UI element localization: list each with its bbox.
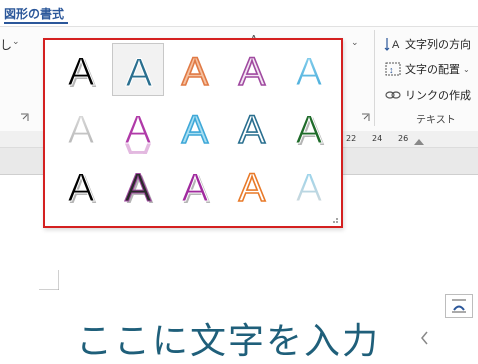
indent-marker[interactable] [414,139,424,145]
svg-text:A: A [296,108,323,152]
layout-options-icon [452,299,466,313]
svg-text:↕: ↕ [389,65,394,75]
wordart-preview-glyph: A [238,49,267,95]
resize-handle-icon[interactable] [420,329,428,347]
wordart-style-option[interactable]: A [55,101,107,154]
wordart-preview-glyph: A [125,51,153,96]
ruler-number: 22 [346,134,357,143]
align-text-icon: ↕ [385,62,401,76]
svg-text:A: A [182,50,209,94]
svg-text:A: A [239,50,266,94]
svg-text:A: A [68,166,95,210]
svg-text:A: A [125,166,152,210]
left-command-fragment[interactable]: し [0,36,12,53]
tab-shape-format[interactable]: 図形の書式 [4,5,64,22]
align-text-label: 文字の配置 [405,63,460,76]
wordart-preview-glyph: A [181,49,210,95]
svg-text:A: A [296,166,323,210]
wordart-style-gallery: AAAAAAAAAAAAAAAAAAAAA [43,38,343,228]
svg-text:A: A [182,166,209,210]
svg-text:A: A [68,50,95,94]
wordart-style-option[interactable]: AA [112,159,164,213]
create-link-button[interactable]: リンクの作成 [384,86,471,104]
create-link-label: リンクの作成 [405,89,471,102]
chevron-down-icon: ⌄ [463,64,470,74]
ruler-number: 24 [372,134,383,143]
align-text-button[interactable]: ↕ 文字の配置 ⌄ [384,60,470,78]
svg-text:A: A [392,39,400,51]
ruler-number: 26 [398,134,409,143]
wordart-preview-glyph: AA [67,50,97,97]
wordart-style-option[interactable]: A [226,101,278,154]
wordart-preview-glyph: A [181,107,210,153]
wordart-style-option[interactable]: A [226,159,278,212]
wordart-preview-glyph: A [238,165,267,211]
wordart-preview-glyph: AA [124,166,154,213]
text-direction-label: 文字列の方向 [405,38,471,51]
ribbon-tab-row: 図形の書式 [0,0,478,26]
wordart-preview-glyph: A [67,108,95,153]
text-direction-icon: A [384,38,400,51]
svg-text:A: A [68,108,95,152]
wordart-preview-glyph: A [295,50,323,95]
dialog-launcher-icon[interactable] [20,113,29,122]
wordart-style-option[interactable]: A [112,43,164,96]
wordart-style-option[interactable]: AA [55,159,107,213]
text-direction-button[interactable]: A 文字列の方向 [384,35,471,53]
wordart-style-option[interactable]: AA [112,101,164,155]
wordart-style-option[interactable]: A [169,43,221,96]
svg-text:A: A [126,51,153,95]
active-tab-indicator [4,22,68,24]
wordart-preview-glyph: AA [124,108,152,155]
wordart-style-option[interactable]: A [169,101,221,154]
page-margin-mark [39,270,59,290]
wordart-preview-glyph: AA [181,166,211,213]
group-separator [374,30,375,126]
text-group-label: テキスト [416,115,456,126]
wordart-preview-glyph: AA [295,108,325,155]
wordart-style-option[interactable]: AA [169,159,221,213]
svg-text:A: A [125,108,152,152]
resize-grip-icon[interactable] [331,216,339,224]
chevron-down-icon[interactable]: ⌄ [351,38,359,48]
svg-text:A: A [182,108,209,152]
svg-text:A: A [296,50,323,94]
dialog-launcher-icon[interactable] [361,113,370,122]
link-icon [385,91,401,99]
wordart-text-box[interactable]: ここに文字を入力 [76,312,380,364]
wordart-preview-glyph: A [238,107,267,153]
chevron-down-icon[interactable]: ⌄ [12,37,20,47]
wordart-style-option[interactable]: A [283,159,335,212]
wordart-preview-glyph: A [295,166,323,211]
svg-text:A: A [239,108,266,152]
svg-text:A: A [239,166,266,210]
wordart-style-option[interactable]: A [283,43,335,96]
wordart-style-option[interactable]: AA [55,43,107,97]
wordart-style-option[interactable]: AA [283,101,335,155]
wordart-preview-glyph: AA [67,166,97,213]
layout-options-button[interactable] [445,294,473,318]
wordart-style-option[interactable]: A [226,43,278,96]
